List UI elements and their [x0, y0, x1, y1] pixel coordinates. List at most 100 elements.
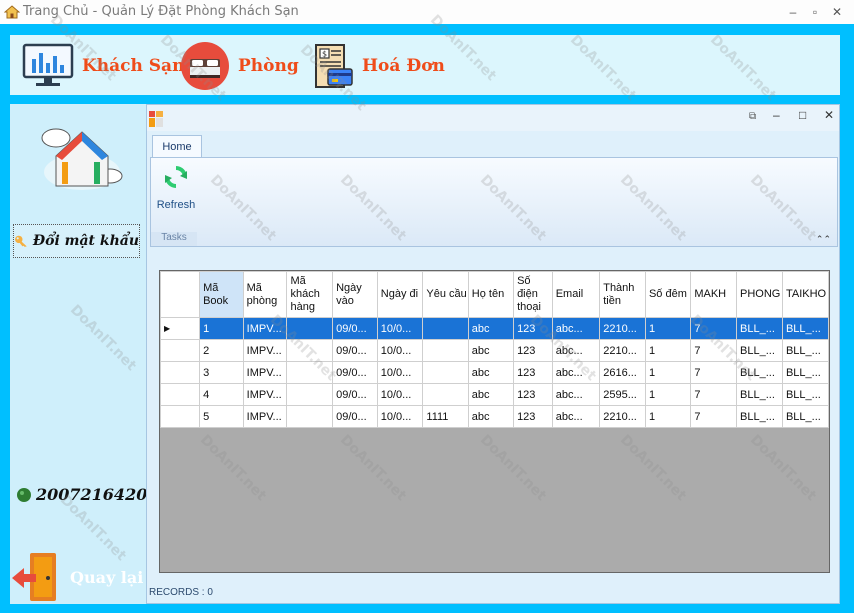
table-cell[interactable]: BLL_... — [736, 383, 783, 406]
row-header[interactable] — [160, 339, 201, 362]
table-cell[interactable]: 7 — [690, 405, 738, 428]
table-cell[interactable]: BLL_... — [781, 405, 829, 428]
table-cell[interactable]: 7 — [690, 317, 738, 340]
table-cell[interactable]: 09/0... — [332, 317, 378, 340]
maximize-icon[interactable]: ▫ — [804, 2, 826, 22]
table-cell[interactable]: 10/0... — [376, 361, 424, 384]
row-header[interactable] — [160, 361, 201, 384]
table-cell[interactable]: 2616... — [599, 361, 646, 384]
table-cell[interactable]: 1111 — [422, 405, 469, 428]
table-cell[interactable] — [422, 339, 469, 362]
table-cell[interactable]: BLL_... — [736, 405, 783, 428]
table-cell[interactable] — [286, 339, 334, 362]
table-cell[interactable]: 123 — [513, 339, 553, 362]
table-cell[interactable]: 2210... — [599, 405, 646, 428]
table-cell[interactable]: IMPV... — [242, 339, 288, 362]
table-cell[interactable] — [422, 317, 469, 340]
table-cell[interactable]: BLL_... — [736, 339, 783, 362]
column-header[interactable]: Ngày vào — [332, 271, 378, 318]
table-cell[interactable]: abc... — [551, 339, 601, 362]
close-icon[interactable]: ✕ — [826, 2, 848, 22]
table-cell[interactable]: abc — [467, 383, 515, 406]
table-cell[interactable]: abc — [467, 339, 515, 362]
table-cell[interactable]: abc — [467, 361, 515, 384]
table-row[interactable]: 5 IMPV... 09/0... 10/0... 1111 abc 123 abc... 22… — [160, 405, 829, 428]
table-cell[interactable]: 2595... — [599, 383, 646, 406]
table-cell[interactable]: 09/0... — [332, 383, 378, 406]
minimize-icon[interactable]: – — [782, 2, 804, 22]
column-header[interactable]: Số đêm — [644, 271, 692, 318]
table-cell[interactable]: BLL_... — [736, 361, 783, 384]
back-button[interactable]: Quay lại — [10, 550, 145, 604]
table-cell[interactable]: 4 — [199, 383, 244, 406]
table-cell[interactable]: IMPV... — [242, 317, 288, 340]
table-cell[interactable] — [286, 361, 334, 384]
nav-phong[interactable]: Phòng — [180, 41, 299, 91]
restore-icon[interactable]: ⧉ — [749, 111, 756, 122]
table-cell[interactable]: abc... — [551, 405, 601, 428]
table-cell[interactable]: 2210... — [599, 317, 646, 340]
child-maximize-icon[interactable]: □ — [799, 108, 806, 122]
row-header[interactable] — [160, 405, 201, 428]
table-cell[interactable]: abc... — [551, 317, 601, 340]
table-cell[interactable]: 123 — [513, 405, 553, 428]
table-cell[interactable]: IMPV... — [242, 361, 288, 384]
change-password-button[interactable]: Đổi mật khẩu — [13, 224, 140, 258]
row-header[interactable] — [160, 383, 201, 406]
nav-hoa-don[interactable]: $ Hoá Đơn — [310, 41, 445, 91]
table-cell[interactable]: 1 — [199, 317, 244, 340]
table-cell[interactable]: 1 — [644, 339, 692, 362]
table-cell[interactable]: 09/0... — [332, 339, 378, 362]
table-cell[interactable]: 09/0... — [332, 361, 378, 384]
tab-home[interactable]: Home — [152, 135, 202, 158]
table-cell[interactable]: BLL_... — [781, 361, 829, 384]
table-cell[interactable]: abc — [467, 317, 515, 340]
table-row[interactable]: ▶ 1 IMPV... 09/0... 10/0... abc 123 abc... 2210.… — [160, 317, 829, 340]
table-cell[interactable]: IMPV... — [242, 405, 288, 428]
table-cell[interactable] — [286, 317, 334, 340]
table-cell[interactable]: 09/0... — [332, 405, 378, 428]
column-header[interactable]: Email — [551, 271, 601, 318]
table-cell[interactable]: abc — [467, 405, 515, 428]
table-cell[interactable] — [286, 383, 334, 406]
table-row[interactable]: 3 IMPV... 09/0... 10/0... abc 123 abc... 2616..… — [160, 361, 829, 384]
table-cell[interactable]: 1 — [644, 361, 692, 384]
table-cell[interactable]: abc... — [551, 383, 601, 406]
table-cell[interactable] — [422, 383, 469, 406]
booking-grid[interactable]: Mã Book Mã phòng Mã khách hàng Ngày vào Ngày… — [159, 270, 830, 573]
table-cell[interactable]: 123 — [513, 317, 553, 340]
table-cell[interactable]: 1 — [644, 317, 692, 340]
current-row-indicator-icon[interactable]: ▶ — [160, 317, 201, 340]
column-header[interactable]: Thành tiền — [599, 271, 646, 318]
table-cell[interactable]: 2210... — [599, 339, 646, 362]
refresh-button[interactable]: Refresh — [155, 162, 197, 220]
column-header[interactable]: Mã phòng — [242, 271, 288, 318]
child-close-icon[interactable]: ✕ — [824, 108, 834, 122]
column-header[interactable]: PHONG — [736, 271, 783, 318]
table-cell[interactable]: 123 — [513, 361, 553, 384]
column-header[interactable]: Mã khách hàng — [286, 271, 334, 318]
table-cell[interactable]: 5 — [199, 405, 244, 428]
table-cell[interactable]: 3 — [199, 361, 244, 384]
column-header[interactable]: Họ tên — [467, 271, 515, 318]
table-cell[interactable]: 10/0... — [376, 383, 424, 406]
table-cell[interactable]: 10/0... — [376, 405, 424, 428]
table-cell[interactable]: 123 — [513, 383, 553, 406]
table-cell[interactable]: BLL_... — [781, 383, 829, 406]
child-minimize-icon[interactable]: – — [773, 108, 780, 122]
table-cell[interactable]: BLL_... — [781, 339, 829, 362]
table-cell[interactable]: abc... — [551, 361, 601, 384]
table-row[interactable]: 4 IMPV... 09/0... 10/0... abc 123 abc... 2595..… — [160, 383, 829, 406]
table-cell[interactable] — [286, 405, 334, 428]
column-header[interactable]: MAKH — [690, 271, 738, 318]
table-cell[interactable]: 10/0... — [376, 317, 424, 340]
table-cell[interactable]: 7 — [690, 383, 738, 406]
table-cell[interactable]: 7 — [690, 339, 738, 362]
table-cell[interactable]: 10/0... — [376, 339, 424, 362]
nav-khach-san[interactable]: Khách Sạn — [22, 41, 184, 91]
table-cell[interactable]: 1 — [644, 383, 692, 406]
table-cell[interactable]: 2 — [199, 339, 244, 362]
column-header[interactable]: Ngày đi — [376, 271, 424, 318]
column-header[interactable]: Mã Book — [199, 271, 244, 318]
table-cell[interactable]: IMPV... — [242, 383, 288, 406]
